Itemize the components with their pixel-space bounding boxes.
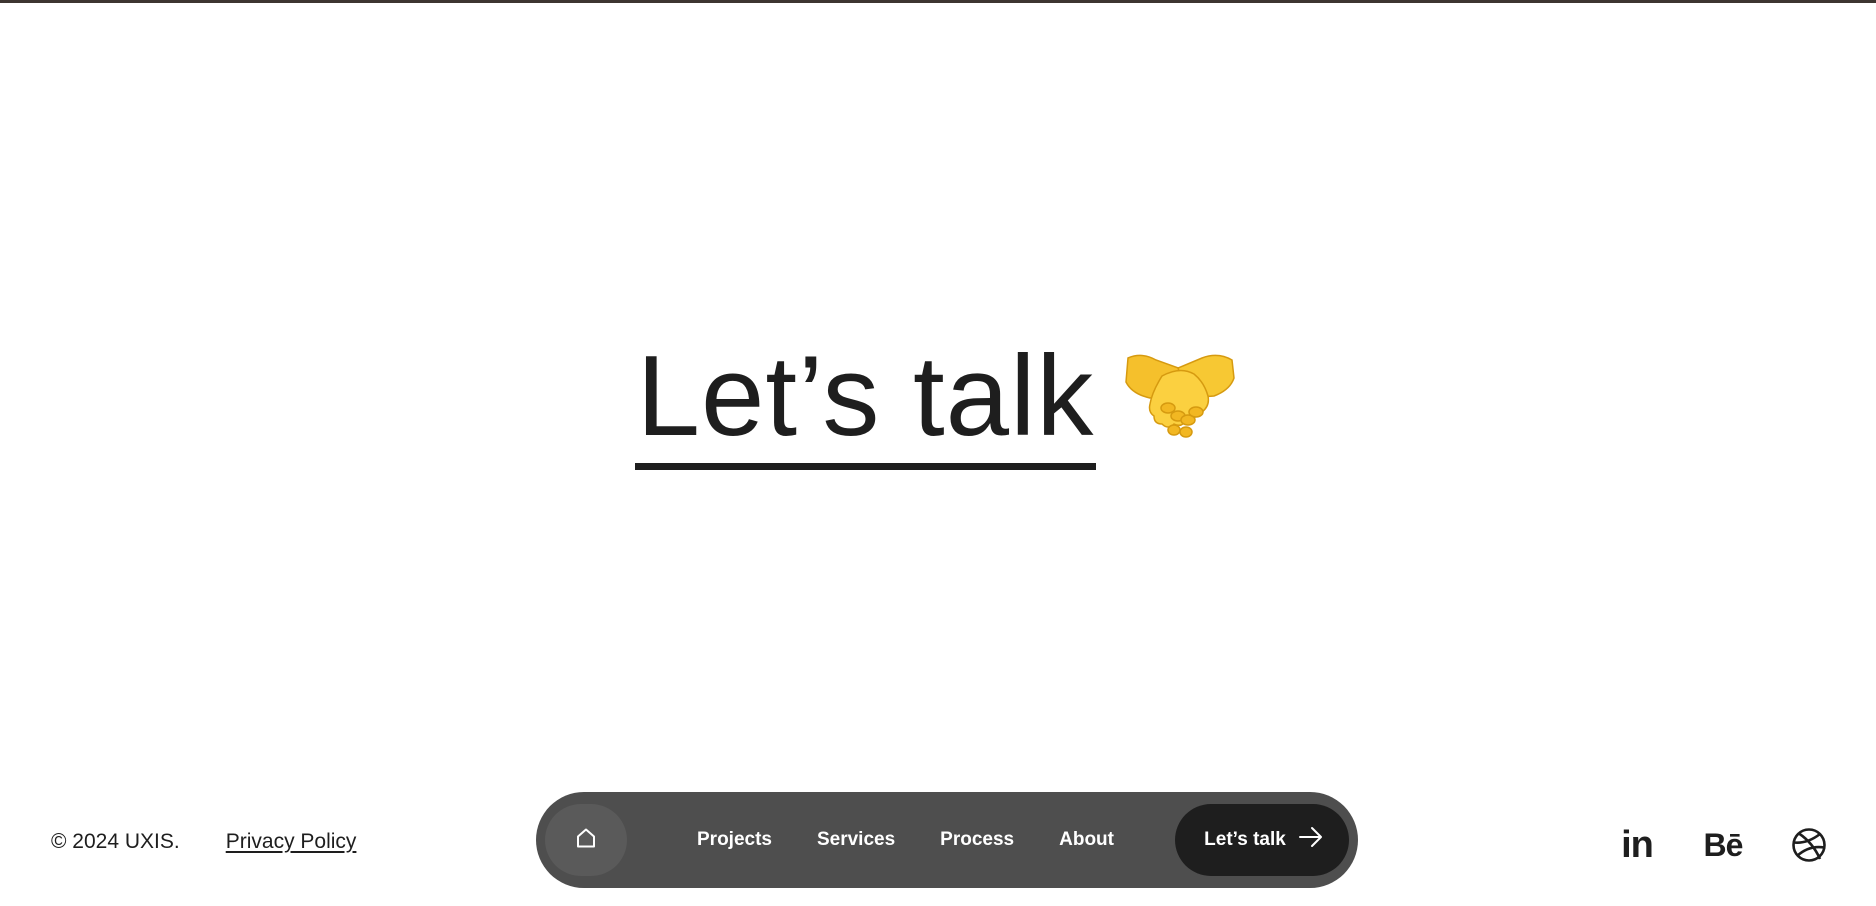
nav-item-projects[interactable]: Projects <box>697 829 772 851</box>
footer-left: © 2024 UXIS. Privacy Policy <box>51 830 356 854</box>
lets-talk-link[interactable]: Let’s talk <box>634 340 1097 470</box>
nav-item-about[interactable]: About <box>1059 829 1114 851</box>
linkedin-icon[interactable]: in <box>1612 820 1662 870</box>
bottom-navigation: Projects Services Process About Let’s ta… <box>536 792 1358 888</box>
hero-title: Let’s talk <box>636 333 1095 460</box>
dribbble-icon[interactable] <box>1784 820 1834 870</box>
copyright-text: © 2024 UXIS. <box>51 830 180 853</box>
arrow-right-icon <box>1298 826 1324 854</box>
hero-underline <box>634 463 1097 470</box>
nav-item-process[interactable]: Process <box>940 829 1014 851</box>
social-links: in Bē <box>1612 820 1834 870</box>
handshake-icon <box>1122 346 1238 447</box>
lets-talk-button[interactable]: Let’s talk <box>1175 804 1349 876</box>
hero-heading: Let’s talk <box>634 340 1239 470</box>
nav-links: Projects Services Process About <box>697 792 1159 888</box>
nav-item-services[interactable]: Services <box>817 829 895 851</box>
behance-icon[interactable]: Bē <box>1698 820 1748 870</box>
cta-label: Let’s talk <box>1204 829 1286 850</box>
hero-section: Let’s talk <box>0 330 1876 480</box>
privacy-policy-link[interactable]: Privacy Policy <box>226 830 357 854</box>
home-button[interactable] <box>545 804 627 876</box>
top-border <box>0 0 1876 3</box>
home-icon <box>573 825 599 856</box>
